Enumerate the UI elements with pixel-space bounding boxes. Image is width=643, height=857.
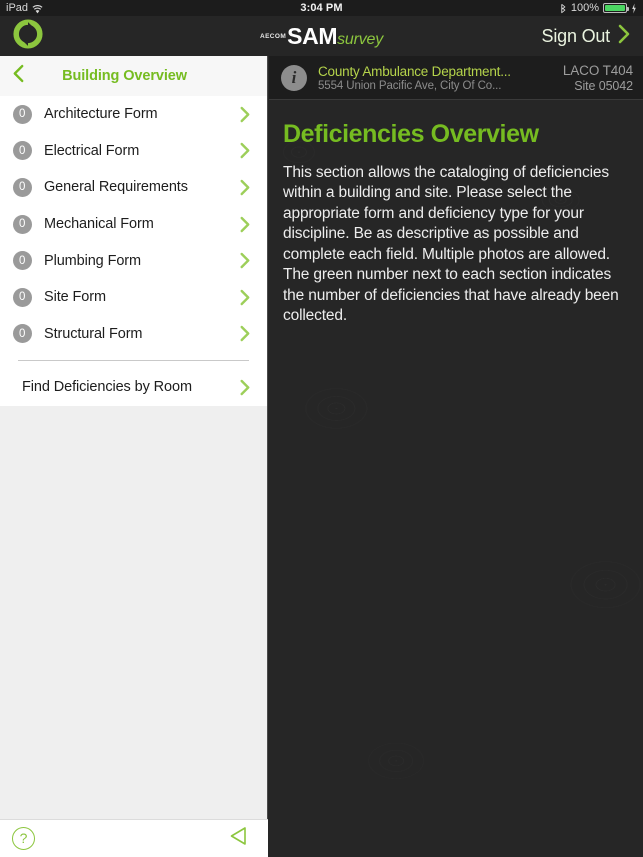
- sidebar-item-label: Electrical Form: [44, 142, 140, 159]
- sidebar-item-label: Mechanical Form: [44, 216, 154, 233]
- ios-status-bar: iPad 3:04 PM 100%: [0, 0, 643, 16]
- bluetooth-icon: [560, 3, 567, 14]
- ipad-app-window: iPad 3:04 PM 100% AECOM SAM survey Sign …: [0, 0, 643, 857]
- clock-label: 3:04 PM: [300, 2, 343, 14]
- sidebar-item-general-requirements[interactable]: 0 General Requirements: [0, 169, 267, 206]
- brand-prefix-label: AECOM: [259, 32, 287, 40]
- chevron-right-icon: [238, 140, 251, 161]
- site-meta-block: LACO T404 Site 05042: [555, 63, 633, 93]
- badge-cell: 0: [0, 104, 44, 124]
- triangle-left-icon: [228, 825, 250, 852]
- bottom-toolbar: ?: [0, 819, 268, 857]
- sidebar-item-architecture-form[interactable]: 0 Architecture Form: [0, 96, 267, 133]
- sidebar-header: Building Overview: [0, 56, 267, 96]
- overview-title: Deficiencies Overview: [283, 120, 539, 148]
- chevron-right-icon: [238, 287, 251, 308]
- sidebar-item-plumbing-form[interactable]: 0 Plumbing Form: [0, 242, 267, 279]
- list-divider: [0, 352, 267, 369]
- deficiency-count-badge: 0: [12, 214, 32, 234]
- brand-name-label: SAM: [287, 22, 338, 49]
- sidebar-item-find-deficiencies-by-room[interactable]: Find Deficiencies by Room: [0, 368, 267, 407]
- chevron-right-icon: [238, 323, 251, 344]
- sidebar-item-label: Find Deficiencies by Room: [22, 379, 192, 396]
- battery-icon: [603, 3, 629, 13]
- main-content-panel: i County Ambulance Department... 5554 Un…: [269, 56, 643, 857]
- forms-sidebar: Building Overview 0 Architecture Form 0 …: [0, 56, 268, 857]
- chevron-right-icon: [238, 177, 251, 198]
- sidebar-item-electrical-form[interactable]: 0 Electrical Form: [0, 132, 267, 170]
- deficiency-count-badge: 0: [12, 141, 32, 161]
- battery-percent-label: 100%: [570, 2, 599, 14]
- chevron-right-icon: [238, 104, 251, 125]
- sidebar-item-structural-form[interactable]: 0 Structural Form: [0, 315, 267, 353]
- chevron-right-icon: [238, 377, 251, 398]
- badge-cell: 0: [0, 251, 44, 271]
- deficiency-count-badge: 0: [12, 324, 32, 344]
- chevron-right-icon: [617, 23, 631, 50]
- site-id-label: Site 05042: [574, 78, 633, 93]
- sidebar-item-label: General Requirements: [44, 179, 188, 196]
- aecom-rotation-logo-icon: [13, 18, 43, 54]
- sign-out-label: Sign Out: [541, 25, 611, 46]
- sidebar-item-label: Site Form: [44, 289, 106, 306]
- deficiency-count-badge: 0: [12, 251, 32, 271]
- sidebar-item-site-form[interactable]: 0 Site Form: [0, 278, 267, 316]
- app-logo-button[interactable]: [0, 18, 56, 54]
- brand-suffix-label: survey: [337, 30, 384, 48]
- help-glyph: ?: [19, 830, 28, 846]
- badge-cell: 0: [0, 214, 44, 234]
- site-code-label: LACO T404: [562, 62, 633, 78]
- site-name-label: County Ambulance Department...: [318, 63, 511, 79]
- sidebar-item-label: Structural Form: [44, 325, 143, 342]
- status-bar-right: 100%: [560, 2, 637, 14]
- info-circle-icon: i: [281, 64, 307, 91]
- charging-bolt-icon: [631, 2, 637, 14]
- badge-cell: 0: [0, 141, 44, 161]
- site-info-header[interactable]: i County Ambulance Department... 5554 Un…: [269, 56, 643, 100]
- overview-paragraph: This section allows the cataloging of de…: [283, 164, 619, 325]
- previous-button[interactable]: [228, 825, 250, 852]
- deficiency-count-badge: 0: [12, 104, 32, 124]
- site-address-label: 5554 Union Pacific Ave, City Of Co...: [318, 79, 502, 92]
- badge-cell: 0: [0, 287, 44, 307]
- page-title: Building Overview: [62, 68, 187, 84]
- deficiency-count-badge: 0: [12, 287, 32, 307]
- badge-cell: 0: [0, 177, 44, 197]
- form-list: 0 Architecture Form 0 Electrical Form 0: [0, 96, 267, 407]
- deficiency-count-badge: 0: [12, 177, 32, 197]
- info-glyph: i: [291, 68, 297, 87]
- site-text-block: County Ambulance Department... 5554 Unio…: [318, 64, 555, 92]
- sign-out-button[interactable]: Sign Out: [542, 23, 631, 50]
- chevron-right-icon: [238, 214, 251, 235]
- sidebar-item-label: Plumbing Form: [44, 252, 142, 269]
- overview-body: Deficiencies Overview This section allow…: [269, 100, 643, 327]
- help-circle-icon[interactable]: ?: [12, 827, 35, 850]
- badge-cell: 0: [0, 324, 44, 344]
- sidebar-item-label: Architecture Form: [44, 106, 158, 123]
- chevron-right-icon: [238, 250, 251, 271]
- sidebar-item-mechanical-form[interactable]: 0 Mechanical Form: [0, 205, 267, 243]
- app-nav-bar: AECOM SAM survey Sign Out: [0, 16, 643, 56]
